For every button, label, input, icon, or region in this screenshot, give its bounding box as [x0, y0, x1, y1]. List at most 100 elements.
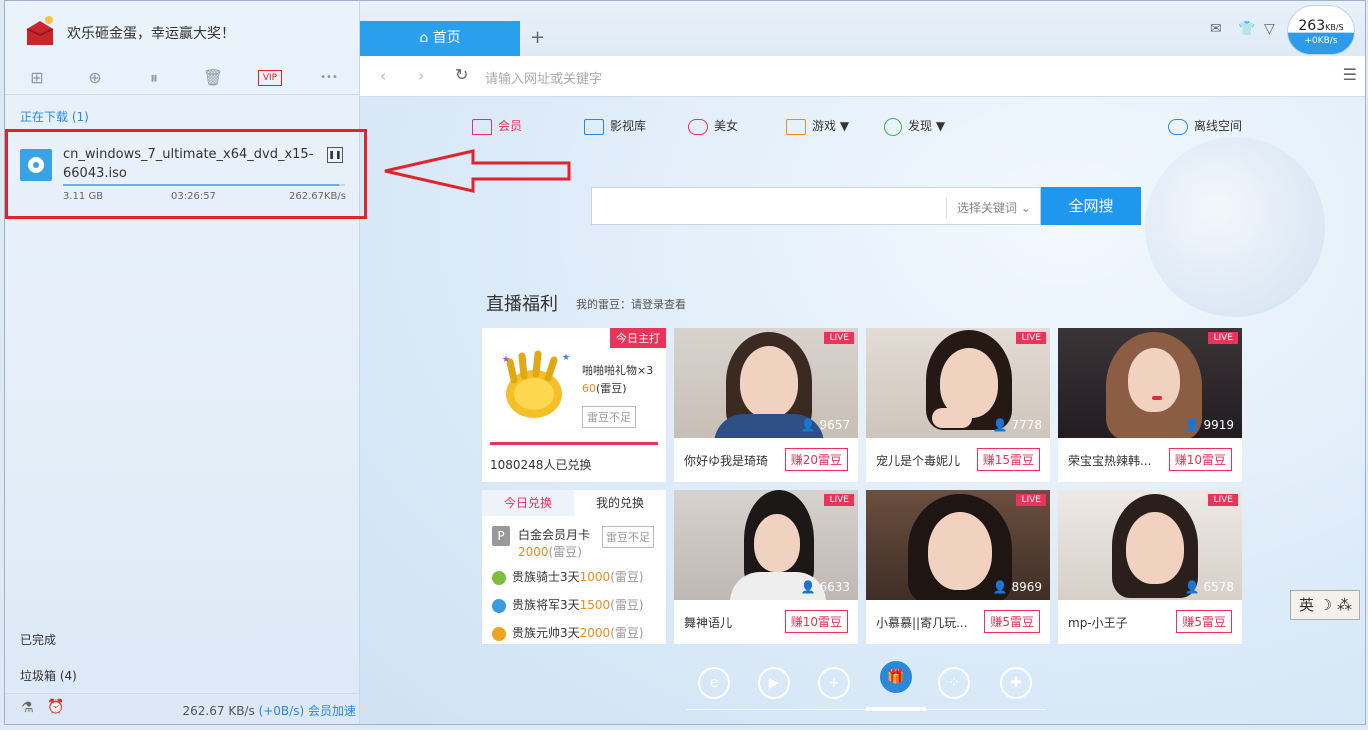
add-icon[interactable]: ⊞ — [25, 67, 49, 89]
live-badge: LIVE — [824, 494, 854, 506]
status-bar: ⚗ ⏰ 262.67 KB/s (+0B/s) 会员加速 — [5, 693, 360, 723]
apps-icon[interactable]: ⁘ — [938, 667, 970, 699]
earn-button[interactable]: 赚5雷豆 — [1176, 610, 1232, 633]
vip-icon[interactable]: VIP — [258, 70, 282, 86]
stream-card[interactable]: LIVE 👤 6633 舞神语儿 赚10雷豆 — [674, 490, 858, 644]
earn-button[interactable]: 赚10雷豆 — [1168, 448, 1232, 471]
chevron-down-icon: ▼ — [935, 119, 946, 133]
exchange-row[interactable]: 贵族将军3天1500(雷豆) — [492, 596, 644, 613]
trash-label[interactable]: 垃圾箱 (4) — [20, 667, 77, 684]
stream-thumbnail: LIVE 👤 9919 — [1058, 328, 1242, 438]
forward-icon[interactable]: › — [418, 66, 424, 85]
mail-icon[interactable]: ✉ — [1210, 21, 1222, 37]
browser-icon[interactable]: e — [698, 667, 730, 699]
nav-games[interactable]: 游戏 ▼ — [786, 117, 849, 135]
viewer-count: 👤 6578 — [1184, 580, 1234, 594]
golden-egg-icon — [26, 16, 54, 45]
streamer-name: 小慕慕||寄几玩... — [876, 616, 968, 630]
moon-decoration — [1145, 137, 1325, 317]
cloud-icon — [1168, 118, 1188, 135]
gift-promo-card[interactable]: 今日主打 ★ ★ 啪啪啪礼物×3 60(雷豆) 雷豆不足 1080248人已兑换 — [482, 328, 666, 482]
play-icon[interactable]: ▶ — [758, 667, 790, 699]
stream-card[interactable]: LIVE 👤 6578 mp-小王子 赚5雷豆 — [1058, 490, 1242, 644]
tab-home[interactable]: ⌂ 首页 — [360, 21, 520, 56]
gift-icon[interactable]: 🎁 — [880, 661, 912, 693]
exchange-count: 1080248人已兑换 — [490, 458, 592, 472]
pause-icon[interactable]: ⏸ — [142, 67, 166, 89]
streamer-name: mp-小王子 — [1068, 616, 1128, 630]
user-icon: 👤 — [800, 418, 816, 432]
exchange-row[interactable]: P 白金会员月卡 2000(雷豆) 雷豆不足 — [492, 526, 662, 560]
back-icon[interactable]: ‹ — [380, 66, 386, 85]
vip-accelerate[interactable]: 会员加速 — [308, 704, 356, 718]
tab-my-exchange[interactable]: 我的兑换 — [574, 490, 666, 516]
stream-card[interactable]: LIVE 👤 9919 荣宝宝热辣韩... 赚10雷豆 — [1058, 328, 1242, 482]
search-button[interactable]: 全网搜 — [1041, 187, 1141, 225]
completed-label[interactable]: 已完成 — [20, 631, 56, 648]
skin-icon[interactable]: 👕 — [1238, 21, 1255, 37]
live-badge: LIVE — [1208, 494, 1238, 506]
earn-button[interactable]: 赚15雷豆 — [976, 448, 1040, 471]
plus-icon[interactable]: + — [818, 667, 850, 699]
live-badge: LIVE — [1016, 494, 1046, 506]
marshal-badge-icon — [492, 626, 506, 641]
downloading-label[interactable]: 正在下载 (1) — [20, 108, 89, 125]
nav-cloud[interactable]: 离线空间 — [1168, 117, 1242, 135]
earn-button[interactable]: 赚10雷豆 — [784, 610, 848, 633]
stream-thumbnail: LIVE 👤 6633 — [674, 490, 858, 600]
more-icon[interactable]: ••• — [317, 67, 341, 89]
platinum-card-icon: P — [492, 526, 510, 546]
search-input[interactable]: 选择关键词 ⌄ — [591, 187, 1041, 225]
red-arrow-annotation — [384, 149, 571, 193]
thunder-window: 欢乐砸金蛋，幸运赢大奖！ ⊞ ⊕ ⏸ 🗑 VIP ••• 正在下载 (1) cn… — [4, 0, 1366, 725]
gift-unit: (雷豆) — [596, 382, 627, 395]
viewer-count: 👤 6633 — [800, 580, 850, 594]
clapping-hands-icon: ★ ★ — [502, 350, 570, 418]
exchange-card: 今日兑换 我的兑换 P 白金会员月卡 2000(雷豆) 雷豆不足 贵族骑士3天1… — [482, 490, 666, 644]
nav-video[interactable]: 影视库 — [584, 117, 646, 135]
speed-ball[interactable]: 263KB/S +0KB/s — [1287, 5, 1355, 55]
exchange-row[interactable]: 贵族骑士3天1000(雷豆) — [492, 568, 644, 585]
user-icon: 👤 — [800, 580, 816, 594]
user-icon: 👤 — [1184, 580, 1200, 594]
flask-icon[interactable]: ⚗ — [21, 700, 34, 716]
crown-icon — [472, 118, 492, 135]
exchange-button[interactable]: 雷豆不足 — [582, 406, 636, 428]
address-bar: ‹ › ↻ 请输入网址或关键字 ☰ — [360, 56, 1365, 97]
new-tab-button[interactable]: + — [530, 27, 545, 48]
exchange-button[interactable]: 雷豆不足 — [602, 526, 654, 548]
svg-text:★: ★ — [502, 355, 510, 365]
nav-beauty[interactable]: 美女 — [688, 117, 738, 135]
speed-value: 262.67 KB/s — [182, 704, 255, 718]
stream-card[interactable]: LIVE 👤 8969 小慕慕||寄几玩... 赚5雷豆 — [866, 490, 1050, 644]
earn-button[interactable]: 赚20雷豆 — [784, 448, 848, 471]
alarm-icon[interactable]: ⏰ — [47, 699, 64, 715]
speed-ball-unit: KB/S — [1325, 23, 1344, 32]
tab-today-exchange[interactable]: 今日兑换 — [482, 490, 574, 516]
divider — [490, 442, 658, 445]
keyword-select[interactable]: 选择关键词 ⌄ — [946, 198, 1031, 218]
live-subtitle[interactable]: 我的雷豆：请登录查看 — [576, 296, 686, 312]
stream-card[interactable]: LIVE 👤 7778 宠儿是个毒妮儿 赚15雷豆 — [866, 328, 1050, 482]
address-input[interactable]: 请输入网址或关键字 — [485, 68, 602, 87]
trash-icon[interactable]: 🗑 — [201, 67, 225, 89]
live-icon — [688, 118, 708, 135]
total-speed: 262.67 KB/s (+0B/s) 会员加速 — [183, 702, 356, 719]
bottom-dock: e ▶ + 🎁 ⁘ ✚ — [686, 659, 1046, 719]
live-title: 直播福利 — [486, 294, 558, 315]
viewer-count: 👤 8969 — [992, 580, 1042, 594]
nav-member[interactable]: 会员 — [472, 117, 522, 135]
menu-arrow-icon[interactable]: ▽ — [1264, 21, 1275, 37]
stream-card[interactable]: LIVE 👤 9657 你好ゆ我是琦琦 赚20雷豆 — [674, 328, 858, 482]
knight-badge-icon — [492, 570, 506, 585]
promo-banner[interactable]: 欢乐砸金蛋，幸运赢大奖！ — [5, 1, 360, 61]
hamburger-icon[interactable]: ☰ — [1343, 65, 1357, 84]
nav-discover[interactable]: 发现 ▼ — [884, 117, 945, 136]
speed-ball-sub: +0KB/s — [1304, 36, 1338, 46]
exchange-row[interactable]: 贵族元帅3天2000(雷豆) — [492, 624, 644, 641]
gamepad-icon[interactable]: ✚ — [1000, 667, 1032, 699]
refresh-icon[interactable]: ↻ — [455, 65, 468, 84]
earn-button[interactable]: 赚5雷豆 — [984, 610, 1040, 633]
download-icon[interactable]: ⊕ — [83, 67, 107, 89]
ime-toolbar[interactable]: 英 ☽ ⁂ — [1290, 590, 1360, 620]
